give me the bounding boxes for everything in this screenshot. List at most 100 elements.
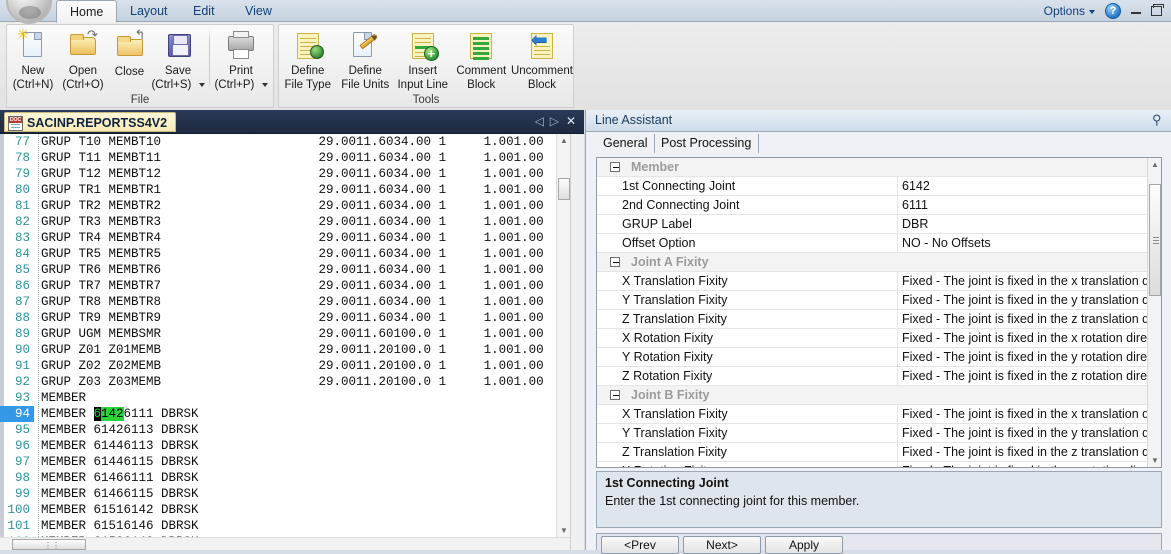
code-line[interactable]: 98 MEMBER 61466111 DBRSK: [0, 470, 570, 486]
code-line[interactable]: 101 MEMBER 61516146 DBRSK: [0, 518, 570, 534]
grid-scroll-down-icon[interactable]: ▼: [1151, 456, 1159, 465]
editor-vscroll-thumb[interactable]: [558, 178, 570, 200]
property-value[interactable]: Fixed - The joint is fixed in the y tran…: [902, 424, 1147, 443]
property-row[interactable]: X Translation Fixity Fixed - The joint is…: [597, 405, 1161, 424]
property-row[interactable]: GRUP Label DBR: [597, 215, 1161, 234]
code-line[interactable]: 94 MEMBER 61426111 DBRSK: [0, 406, 570, 422]
code-line[interactable]: 91 GRUP Z02 Z02MEMB 29.0011.20100.0 1 1.…: [0, 358, 570, 374]
code-line[interactable]: 100 MEMBER 61516142 DBRSK: [0, 502, 570, 518]
tab-prev-icon[interactable]: ◁: [535, 114, 544, 128]
code-line[interactable]: 93 MEMBER: [0, 390, 570, 406]
tab-layout[interactable]: Layout: [117, 0, 181, 22]
print-button[interactable]: Print (Ctrl+P): [214, 27, 268, 91]
options-button[interactable]: Options: [1044, 0, 1095, 22]
property-row[interactable]: 1st Connecting Joint 6142: [597, 177, 1161, 196]
tab-edit[interactable]: Edit: [180, 0, 228, 22]
property-row[interactable]: Z Translation Fixity Fixed - The joint is…: [597, 310, 1161, 329]
code-line[interactable]: 97 MEMBER 61446115 DBRSK: [0, 454, 570, 470]
prev-button[interactable]: <Prev: [601, 536, 679, 554]
tab-post-processing[interactable]: Post Processing: [654, 134, 760, 153]
next-button[interactable]: Next>: [683, 536, 761, 554]
code-line[interactable]: 86 GRUP TR7 MEMBTR7 29.0011.6034.00 1 1.…: [0, 278, 570, 294]
code-line[interactable]: 89 GRUP UGM MEMBSMR 29.0011.60100.0 1 1.…: [0, 326, 570, 342]
property-row[interactable]: Offset Option NO - No Offsets: [597, 234, 1161, 253]
code-line[interactable]: 78 GRUP T11 MEMBT11 29.0011.6034.00 1 1.…: [0, 150, 570, 166]
code-line[interactable]: 79 GRUP T12 MEMBT12 29.0011.6034.00 1 1.…: [0, 166, 570, 182]
minimize-icon[interactable]: [1129, 3, 1143, 17]
property-grid-scrollbar[interactable]: ▲ ▼: [1147, 158, 1161, 467]
code-line[interactable]: 80 GRUP TR1 MEMBTR1 29.0011.6034.00 1 1.…: [0, 182, 570, 198]
help-circle-icon[interactable]: ?: [1105, 3, 1121, 19]
code-line[interactable]: 87 GRUP TR8 MEMBTR8 29.0011.6034.00 1 1.…: [0, 294, 570, 310]
property-row[interactable]: Y Translation Fixity Fixed - The joint is…: [597, 424, 1161, 443]
line-number: 88: [14, 311, 30, 325]
property-row[interactable]: X Rotation Fixity Fixed - The joint is fi…: [597, 329, 1161, 348]
property-value[interactable]: Fixed - The joint is fixed in the y rota…: [902, 348, 1147, 367]
property-row[interactable]: X Translation Fixity Fixed - The joint is…: [597, 272, 1161, 291]
collapse-icon[interactable]: [610, 162, 620, 172]
code-line[interactable]: 92 GRUP Z03 Z03MEMB 29.0011.20100.0 1 1.…: [0, 374, 570, 390]
property-row[interactable]: X Rotation Fixity Fixed - The joint is fi…: [597, 462, 1161, 467]
property-row[interactable]: Y Rotation Fixity Fixed - The joint is fi…: [597, 348, 1161, 367]
code-text-area[interactable]: 77 GRUP T10 MEMBT10 29.0011.6034.00 1 1.…: [0, 134, 570, 537]
tab-close-icon[interactable]: ✕: [566, 114, 576, 128]
define-file-type-button[interactable]: Define File Type: [279, 27, 337, 91]
property-row[interactable]: 2nd Connecting Joint 6111: [597, 196, 1161, 215]
property-value[interactable]: Fixed - The joint is fixed in the y tran…: [902, 291, 1147, 310]
open-button[interactable]: ↷ Open (Ctrl+O): [59, 27, 107, 91]
code-line[interactable]: 95 MEMBER 61426113 DBRSK: [0, 422, 570, 438]
property-row[interactable]: Y Translation Fixity Fixed - The joint is…: [597, 291, 1161, 310]
editor-vertical-scrollbar[interactable]: ▲ ▼: [556, 134, 570, 537]
close-button[interactable]: ↰ Close: [107, 27, 152, 91]
tab-general[interactable]: General: [596, 134, 656, 153]
property-value[interactable]: 6142: [902, 177, 1147, 196]
code-line[interactable]: 83 GRUP TR4 MEMBTR4 29.0011.6034.00 1 1.…: [0, 230, 570, 246]
property-row[interactable]: Z Rotation Fixity Fixed - The joint is fi…: [597, 367, 1161, 386]
code-line[interactable]: 96 MEMBER 61446113 DBRSK: [0, 438, 570, 454]
insert-input-line-button[interactable]: + Insert Input Line: [394, 27, 452, 91]
app-menu-orb[interactable]: [6, 0, 52, 24]
collapse-icon[interactable]: [610, 390, 620, 400]
editor-horizontal-scrollbar[interactable]: ⋮⋮: [0, 537, 570, 550]
code-line[interactable]: 77 GRUP T10 MEMBT10 29.0011.6034.00 1 1.…: [0, 134, 570, 150]
code-line[interactable]: 88 GRUP TR9 MEMBTR9 29.0011.6034.00 1 1.…: [0, 310, 570, 326]
define-file-units-button[interactable]: Define File Units: [337, 27, 395, 91]
tab-next-icon[interactable]: ▷: [550, 114, 559, 128]
property-value[interactable]: Fixed - The joint is fixed in the z tran…: [902, 443, 1147, 462]
scroll-down-icon[interactable]: ▼: [560, 526, 568, 535]
code-line[interactable]: 85 GRUP TR6 MEMBTR6 29.0011.6034.00 1 1.…: [0, 262, 570, 278]
property-value[interactable]: 6111: [902, 196, 1147, 215]
code-line[interactable]: 81 GRUP TR2 MEMBTR2 29.0011.6034.00 1 1.…: [0, 198, 570, 214]
pin-icon[interactable]: ⚲: [1152, 113, 1164, 127]
code-line[interactable]: 90 GRUP Z01 Z01MEMB 29.0011.20100.0 1 1.…: [0, 342, 570, 358]
grid-scroll-up-icon[interactable]: ▲: [1151, 160, 1159, 169]
new-button[interactable]: ✳ New (Ctrl+N): [7, 27, 59, 91]
comment-block-button[interactable]: Comment Block: [452, 27, 511, 91]
document-tab[interactable]: SACINP.REPORTSS4V2: [4, 112, 177, 132]
code-line[interactable]: 99 MEMBER 61466115 DBRSK: [0, 486, 570, 502]
property-value[interactable]: Fixed - The joint is fixed in the z tran…: [902, 310, 1147, 329]
code-line[interactable]: 84 GRUP TR5 MEMBTR5 29.0011.6034.00 1 1.…: [0, 246, 570, 262]
tab-home[interactable]: Home: [56, 0, 118, 23]
scroll-up-icon[interactable]: ▲: [560, 136, 568, 145]
restore-icon[interactable]: [1149, 3, 1164, 17]
save-button[interactable]: Save (Ctrl+S): [151, 27, 205, 91]
property-grid-scroll-thumb[interactable]: [1149, 184, 1161, 296]
property-value[interactable]: Fixed - The joint is fixed in the x tran…: [902, 272, 1147, 291]
save-dropdown-icon[interactable]: [198, 82, 205, 87]
tab-view[interactable]: View: [232, 0, 285, 22]
property-value[interactable]: Fixed - The joint is fixed in the z rota…: [902, 367, 1147, 386]
print-dropdown-icon[interactable]: [261, 82, 268, 87]
code-line[interactable]: 82 GRUP TR3 MEMBTR3 29.0011.6034.00 1 1.…: [0, 214, 570, 230]
property-value[interactable]: NO - No Offsets: [902, 234, 1147, 253]
gutter-gap: [34, 166, 41, 182]
property-value[interactable]: Fixed - The joint is fixed in the x tran…: [902, 405, 1147, 424]
collapse-icon[interactable]: [610, 257, 620, 267]
property-value[interactable]: Fixed - The joint is fixed in the x rota…: [902, 462, 1147, 467]
property-grid[interactable]: Member 1st Connecting Joint 6142 2nd Connec…: [596, 157, 1162, 468]
property-value[interactable]: DBR: [902, 215, 1147, 234]
property-row[interactable]: Z Translation Fixity Fixed - The joint is…: [597, 443, 1161, 462]
uncomment-block-button[interactable]: ⬅ Uncomment Block: [511, 27, 573, 91]
property-value[interactable]: Fixed - The joint is fixed in the x rota…: [902, 329, 1147, 348]
apply-button[interactable]: Apply: [765, 536, 843, 554]
